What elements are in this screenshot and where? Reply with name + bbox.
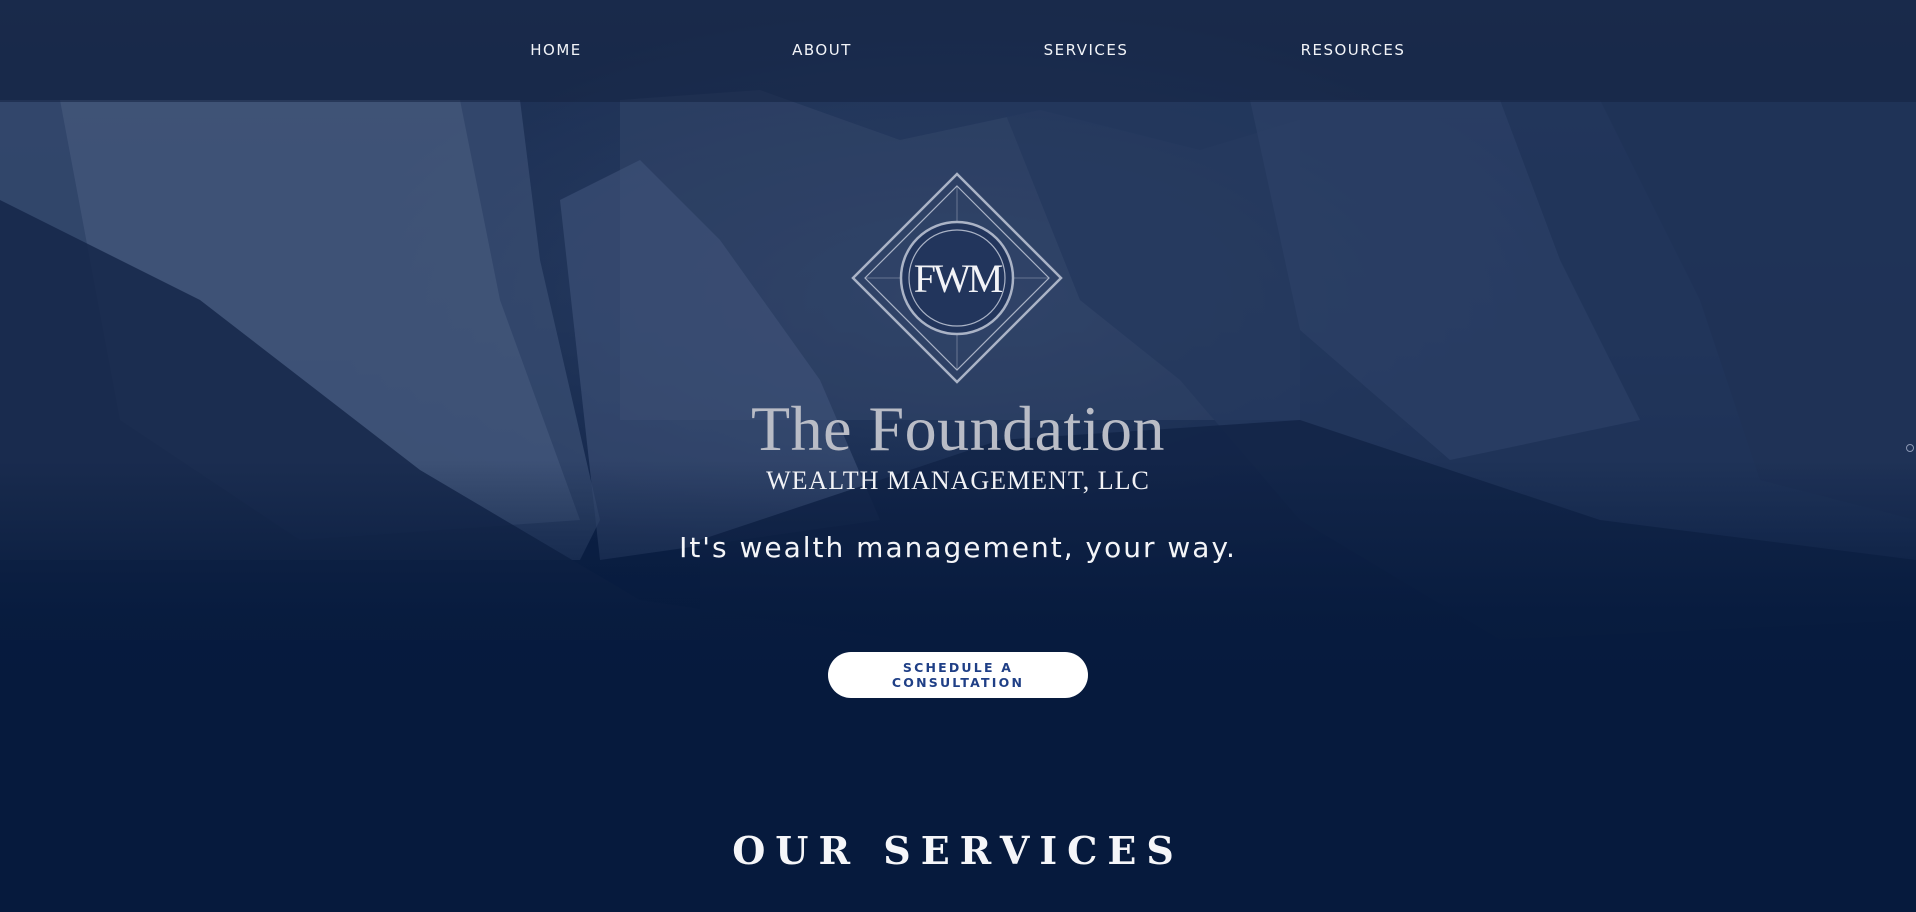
brand-title: The Foundation: [750, 393, 1166, 464]
logo-monogram: FWM: [914, 256, 1003, 301]
nav-services-link[interactable]: SERVICES: [1044, 38, 1129, 62]
nav-home-link[interactable]: HOME: [530, 38, 582, 62]
top-navigation: HOME ABOUT SERVICES RESOURCES: [0, 0, 1916, 102]
nav-resources-link[interactable]: RESOURCES: [1301, 38, 1406, 62]
hero-tagline: It's wealth management, your way.: [679, 531, 1237, 564]
scroll-indicator-dot[interactable]: [1906, 444, 1914, 452]
nav-about-link[interactable]: ABOUT: [792, 38, 852, 62]
brand-subtitle: WEALTH MANAGEMENT, LLC: [766, 466, 1150, 495]
schedule-consultation-button[interactable]: SCHEDULE A CONSULTATION: [828, 652, 1088, 698]
diamond-emblem-icon: FWM: [851, 172, 1063, 384]
services-section-title: OUR SERVICES: [732, 828, 1184, 873]
fwm-logo: FWM: [849, 170, 1065, 386]
